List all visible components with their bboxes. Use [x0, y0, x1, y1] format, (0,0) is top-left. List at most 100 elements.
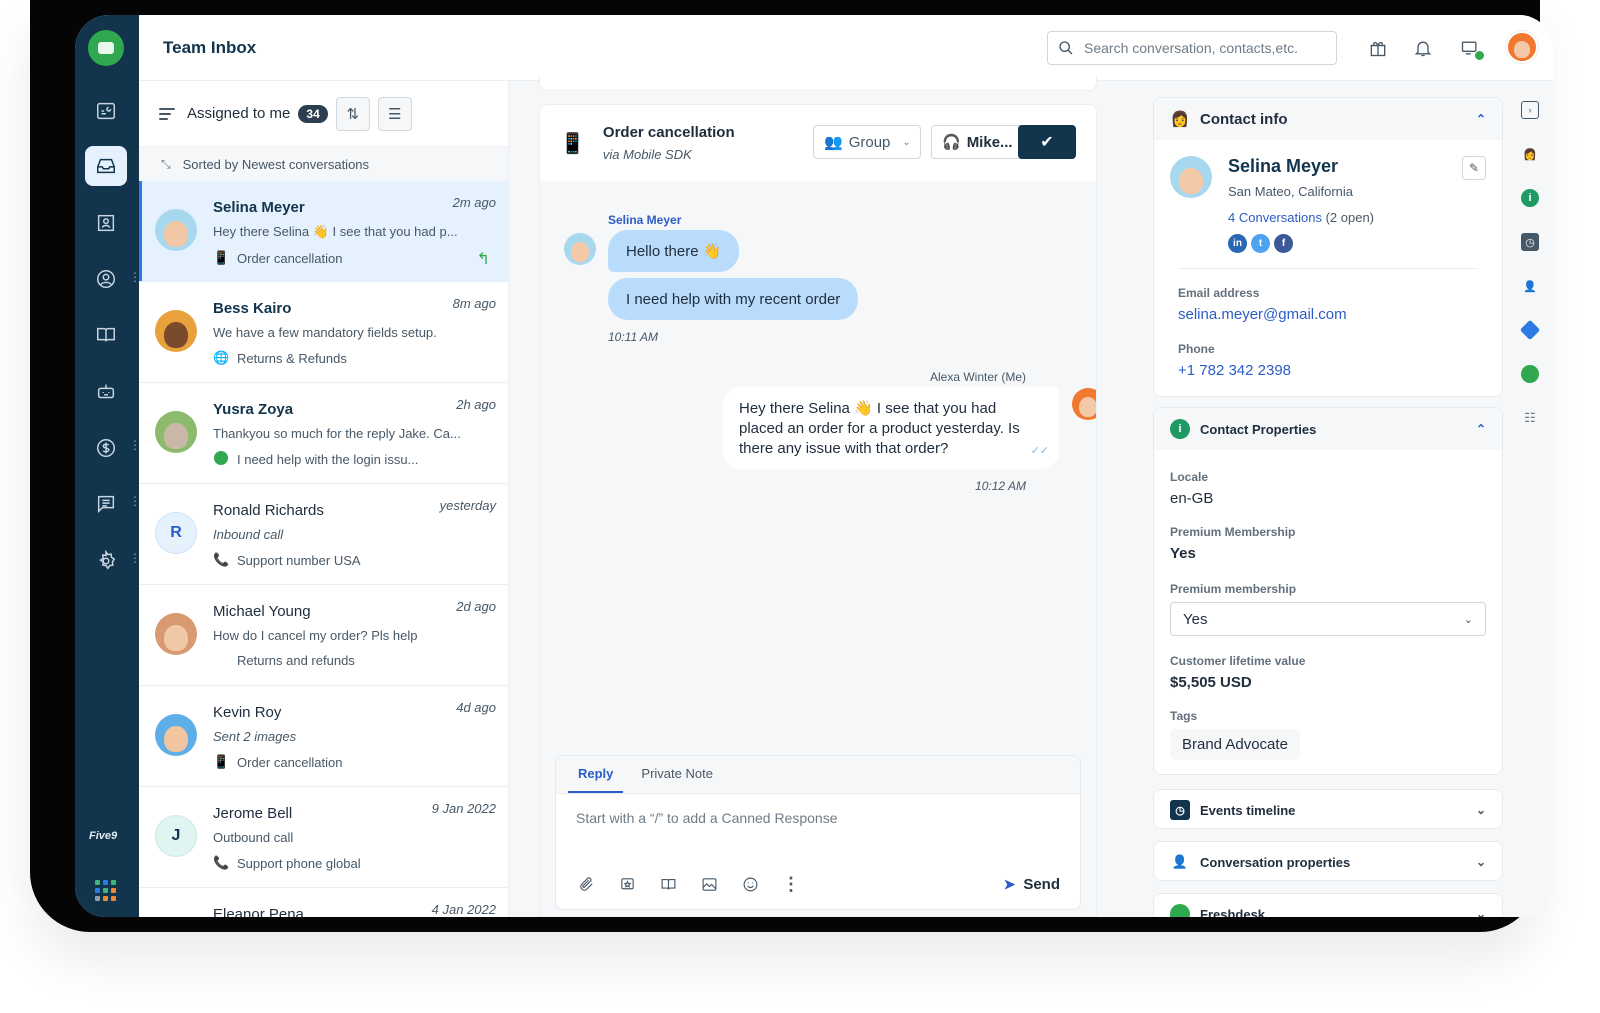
tab-private-note[interactable]: Private Note	[631, 766, 723, 793]
contact-name: Kevin Roy	[213, 704, 282, 721]
sender-avatar	[564, 233, 596, 265]
nav-chat-more[interactable]: ⋮	[129, 495, 141, 507]
conversation-properties-card[interactable]: 👤 Conversation properties ⌄	[1153, 841, 1503, 881]
events-shortcut-icon[interactable]: ◷	[1521, 233, 1539, 251]
edit-contact-button[interactable]: ✎	[1462, 156, 1486, 180]
conversation-topic: Support phone global	[237, 855, 361, 871]
reply-input[interactable]: Start with a “/” to add a Canned Respons…	[556, 794, 1080, 864]
incoming-time: 10:11 AM	[608, 330, 659, 344]
phone-label: Phone	[1178, 342, 1215, 356]
nav-billing-icon[interactable]	[85, 428, 127, 468]
conversation-item[interactable]: Eleanor Pena 4 Jan 2022	[139, 888, 508, 917]
email-link[interactable]: selina.meyer@gmail.com	[1178, 306, 1347, 323]
conversation-item[interactable]: R Ronald Richards yesterday Inbound call…	[139, 484, 508, 585]
user-avatar[interactable]	[1506, 31, 1538, 63]
facebook-icon[interactable]: f	[1274, 234, 1293, 253]
freshdesk-shortcut-icon[interactable]	[1521, 365, 1539, 383]
conversation-item[interactable]: Kevin Roy 4d ago Sent 2 images 📱 Order ca…	[139, 686, 508, 787]
contact-properties-header[interactable]: i Contact Properties ⌃	[1154, 408, 1502, 450]
more-options-icon[interactable]: ⋮	[781, 874, 801, 894]
conversation-item[interactable]: Selina Meyer 2m ago Hey there Selina 👋 I…	[139, 181, 508, 282]
chevron-up-icon[interactable]: ⌃	[1476, 422, 1486, 436]
nav-inbox-icon[interactable]	[85, 146, 127, 186]
nav-chat-icon[interactable]	[85, 484, 127, 524]
nav-billing-more[interactable]: ⋮	[129, 439, 141, 451]
five9-logo: Five9	[89, 830, 118, 842]
canned-response-icon[interactable]	[617, 874, 637, 894]
attachment-icon[interactable]	[576, 874, 596, 894]
locale-label: Locale	[1170, 470, 1209, 484]
conversation-properties-shortcut-icon[interactable]: 👤	[1521, 277, 1539, 295]
nav-dashboard-icon[interactable]	[85, 91, 127, 131]
customize-sliders-icon[interactable]: ☷	[1521, 409, 1539, 427]
tag-chip[interactable]: Brand Advocate	[1170, 729, 1300, 760]
filter-settings-button[interactable]: ☰	[377, 96, 412, 131]
jira-shortcut-icon[interactable]	[1519, 319, 1541, 341]
events-timeline-header[interactable]: ◷ Events timeline ⌄	[1154, 790, 1502, 828]
contact-properties-title: Contact Properties	[1200, 421, 1317, 437]
nav-contacts-icon[interactable]	[85, 203, 127, 243]
image-icon[interactable]	[699, 874, 719, 894]
conversation-topic: Support number USA	[237, 552, 361, 568]
conversation-time: 4 Jan 2022	[431, 902, 496, 917]
nav-bot-icon[interactable]	[85, 372, 127, 412]
nav-knowledge-base-icon[interactable]	[85, 315, 127, 355]
contact-info-header[interactable]: 👩 Contact info ⌃	[1154, 98, 1502, 140]
freshdesk-header[interactable]: Freshdesk ⌄	[1154, 894, 1502, 917]
contact-sidebar: 👩 Contact info ⌃ Selina Meyer San Mateo,…	[1119, 81, 1553, 917]
app-window: ⋮ ⋮ ⋮ ⋮ Five9 Team Inbox Search conversa…	[75, 15, 1553, 917]
search-input[interactable]: Search conversation, contacts,etc.	[1047, 31, 1337, 65]
info-shortcut-icon[interactable]: i	[1521, 189, 1539, 207]
nav-customers-more[interactable]: ⋮	[129, 271, 141, 283]
app-switcher-icon[interactable]	[95, 880, 116, 901]
freshdesk-card[interactable]: Freshdesk ⌄	[1153, 893, 1503, 917]
premium-value: Yes	[1170, 545, 1196, 562]
sort-indicator: ⤡ Sorted by Newest conversations	[139, 147, 508, 181]
knowledge-base-icon[interactable]	[658, 874, 678, 894]
nav-settings-icon[interactable]	[85, 541, 127, 581]
filter-menu-icon[interactable]	[159, 105, 175, 123]
email-label: Email address	[1178, 286, 1260, 300]
emoji-icon[interactable]	[740, 874, 760, 894]
nav-customers-icon[interactable]	[85, 259, 127, 299]
contact-location: San Mateo, California	[1228, 184, 1354, 199]
contact-shortcut-icon[interactable]: 👩	[1521, 145, 1539, 163]
conversation-time: 2d ago	[456, 599, 496, 614]
conversation-item[interactable]: J Jerome Bell 9 Jan 2022 Outbound call 📞…	[139, 787, 508, 888]
conversation-properties-header[interactable]: 👤 Conversation properties ⌄	[1154, 842, 1502, 880]
agent-status-icon[interactable]	[1459, 37, 1485, 61]
conversation-item[interactable]: Michael Young 2d ago How do I cancel my …	[139, 585, 508, 686]
sort-button[interactable]: ⇅	[335, 96, 370, 131]
linkedin-icon[interactable]: in	[1228, 234, 1247, 253]
nav-settings-more[interactable]: ⋮	[129, 552, 141, 564]
tab-reply[interactable]: Reply	[568, 766, 624, 793]
send-button[interactable]: ➤ Send	[1004, 876, 1060, 893]
filter-label[interactable]: Assigned to me	[187, 105, 290, 122]
notification-bell-icon[interactable]	[1412, 37, 1434, 59]
contact-info-title: Contact info	[1200, 110, 1288, 128]
contact-avatar	[155, 714, 197, 756]
conversation-item[interactable]: Yusra Zoya 2h ago Thankyou so much for t…	[139, 383, 508, 484]
chevron-up-icon[interactable]: ⌃	[1476, 112, 1486, 126]
conversation-item[interactable]: Bess Kairo 8m ago We have a few mandator…	[139, 282, 508, 383]
events-timeline-card[interactable]: ◷ Events timeline ⌄	[1153, 789, 1503, 829]
incoming-message: Hello there 👋	[608, 230, 740, 272]
conversations-link[interactable]: 4 Conversations	[1228, 210, 1322, 225]
gift-icon[interactable]	[1367, 37, 1389, 59]
contact-avatar	[155, 310, 197, 352]
mobile-sdk-icon: 📱	[560, 132, 585, 155]
conversation-topic: I need help with the login issu...	[237, 452, 419, 467]
app-logo[interactable]	[88, 30, 124, 66]
collapse-panel-icon[interactable]: ›	[1521, 101, 1539, 119]
chevron-down-icon: ⌄	[1463, 613, 1473, 626]
phone-link[interactable]: +1 782 342 2398	[1178, 362, 1291, 379]
twitter-icon[interactable]: t	[1251, 234, 1270, 253]
contact-name: Selina Meyer	[1228, 156, 1339, 176]
contact-properties-card: i Contact Properties ⌃ Locale en-GB Prem…	[1153, 407, 1503, 775]
group-select[interactable]: 👥 Group ⌄	[813, 125, 921, 159]
premium-membership-select[interactable]: Yes ⌄	[1170, 602, 1486, 636]
resolve-button[interactable]: ✔	[1018, 125, 1076, 159]
sort-arrows-icon: ⤡	[161, 156, 171, 171]
mobile-icon: 📱	[213, 754, 230, 769]
search-placeholder: Search conversation, contacts,etc.	[1084, 40, 1298, 56]
